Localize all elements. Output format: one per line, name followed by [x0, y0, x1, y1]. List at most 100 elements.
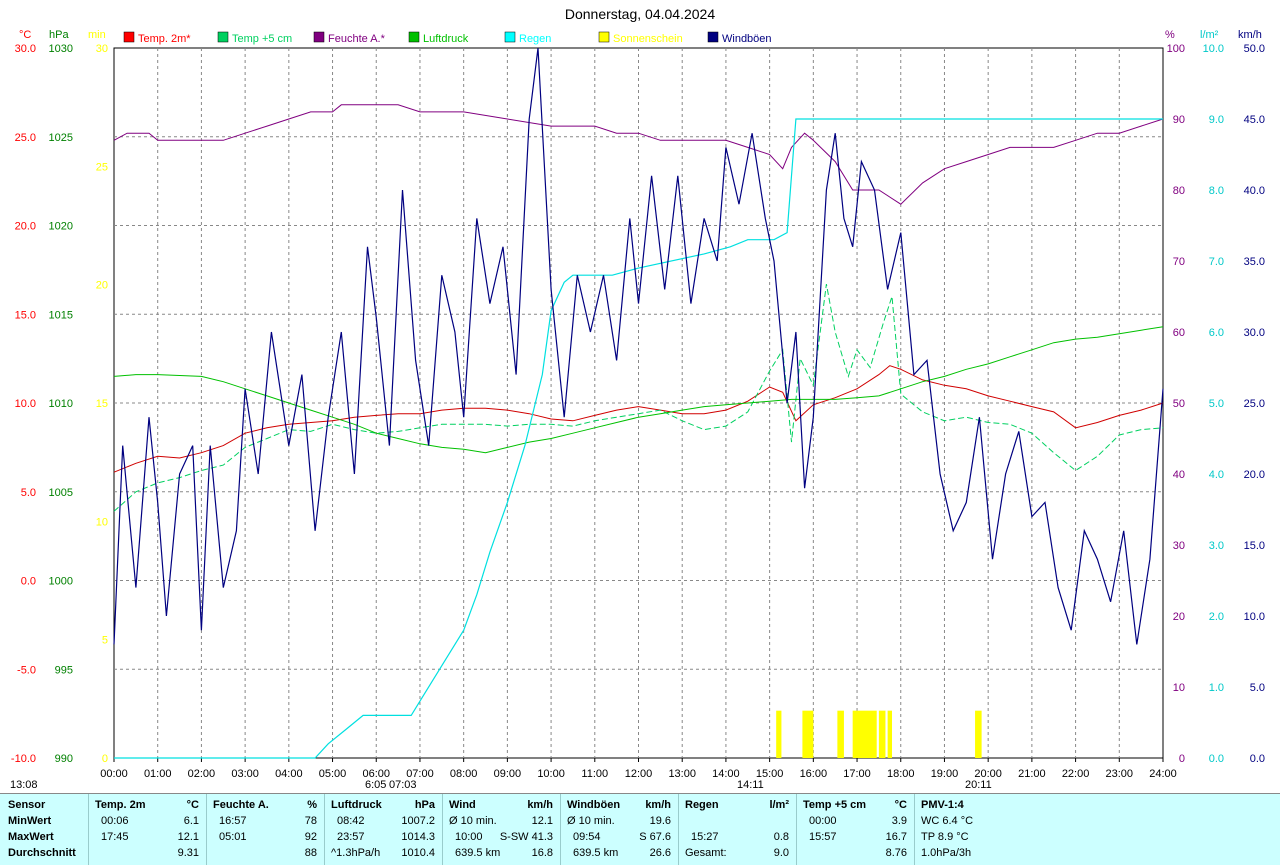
noon-label: 14:11 [737, 779, 764, 791]
windboeen-avg: 19.6 [649, 815, 671, 827]
x-tick-label: 01:00 [144, 768, 172, 780]
rain-tick-label: 4.0 [1209, 469, 1224, 481]
feuchte-min-time: 16:57 [219, 815, 247, 827]
regen-title: Regen [685, 799, 719, 811]
pressure-tick-label: 1020 [49, 221, 73, 233]
x-tick-label: 22:00 [1062, 768, 1090, 780]
x-tick-label: 11:00 [581, 768, 608, 780]
windboeen-distance: 639.5 km [573, 847, 619, 859]
temp2m-title: Temp. 2m [95, 799, 146, 811]
sun-tick-label: 30 [96, 43, 108, 55]
feuchte-max: 92 [304, 831, 317, 843]
sun-tick-label: 5 [102, 635, 108, 647]
wind-tick-label: 0.0 [1250, 753, 1265, 765]
x-tick-label: 19:00 [931, 768, 959, 780]
pressure-tick-label: 1015 [49, 309, 73, 321]
temp-tick-label: -10.0 [11, 753, 36, 765]
temp-tick-label: -5.0 [17, 664, 36, 676]
temp-tick-label: 10.0 [15, 398, 36, 410]
sunshine-bar [776, 710, 782, 758]
wind-distance: 639.5 km [455, 847, 501, 859]
windboeen-title: Windböen [567, 799, 621, 811]
stats-pmv: PMV-1:4 WC 6.4 °C TP 8.9 °C 1.0hPa/3h [914, 794, 1035, 865]
wind-tick-label: 45.0 [1244, 114, 1265, 126]
stats-panel: Sensor MinWert MaxWert Durchschnitt Temp… [0, 793, 1280, 865]
x-tick-label: 23:00 [1106, 768, 1134, 780]
windboeen-max-time: 09:54 [573, 831, 601, 843]
label-maxwert: MaxWert [8, 831, 54, 843]
legend-swatch [217, 31, 229, 43]
x-tick-label: 21:00 [1018, 768, 1046, 780]
legend-label: Temp +5 cm [232, 33, 292, 45]
sunshine-bar [852, 710, 877, 758]
pressure-unit-label: hPa [49, 29, 69, 41]
rain-tick-label: 2.0 [1209, 611, 1224, 623]
stats-windboeen: Windböen km/h Ø 10 min. 19.6 09:54 S 67.6 6… [560, 794, 679, 865]
legend-swatch [598, 31, 610, 43]
sunshine-bar [878, 710, 886, 758]
luftdruck-title: Luftdruck [331, 799, 382, 811]
rain-tick-label: 8.0 [1209, 185, 1224, 197]
wind-day-avg: 16.8 [531, 847, 553, 859]
legend-label: Regen [519, 33, 551, 45]
pressure-tick-label: 1030 [49, 43, 73, 55]
temp5cm-min: 3.9 [891, 815, 907, 827]
sun-left-time: 13:08 [10, 779, 38, 791]
luftdruck-min-time: 08:42 [337, 815, 365, 827]
sunshine-bar [802, 710, 814, 758]
feuchte-avg: 88 [304, 847, 317, 859]
windboeen-avg-label: Ø 10 min. [567, 815, 615, 827]
sunset-label: 20:11 [965, 779, 992, 791]
feuchte-min: 78 [304, 815, 317, 827]
temp-tick-label: 30.0 [15, 43, 36, 55]
legend-swatch [123, 31, 135, 43]
x-tick-label: 05:00 [319, 768, 347, 780]
regen-unit: l/m² [769, 799, 789, 811]
wind-tick-label: 15.0 [1244, 540, 1265, 552]
temp-tick-label: 20.0 [15, 221, 36, 233]
wind-tick-label: 40.0 [1244, 185, 1265, 197]
sun-tick-label: 25 [96, 161, 108, 173]
x-tick-label: 13:00 [668, 768, 696, 780]
stats-luftdruck: Luftdruck hPa 08:42 1007.2 23:57 1014.3 ^1.… [324, 794, 443, 865]
temp2m-max: 12.1 [177, 831, 199, 843]
pmv-tp: TP 8.9 °C [921, 831, 969, 843]
legend-label: Feuchte A.* [328, 33, 386, 45]
x-tick-label: 24:00 [1149, 768, 1177, 780]
temp-tick-label: 0.0 [21, 576, 36, 588]
x-tick-label: 14:00 [712, 768, 740, 780]
temp5cm-min-time: 00:00 [809, 815, 837, 827]
luftdruck-trend: ^1.3hPa/h [331, 847, 381, 859]
regen-total-label: Gesamt: [685, 847, 727, 859]
wind-tick-label: 35.0 [1244, 256, 1265, 268]
temp2m-min-time: 00:06 [101, 815, 129, 827]
legend-swatch [313, 31, 325, 43]
stats-feuchte: Feuchte A.% 16:57 78 05:01 92 88 [206, 794, 325, 865]
humidity-tick-label: 0 [1179, 753, 1185, 765]
rain-tick-label: 1.0 [1209, 682, 1224, 694]
regen-max: 0.8 [773, 831, 789, 843]
temp-tick-label: 15.0 [15, 309, 36, 321]
sunrise-label: 07:03 [389, 779, 417, 791]
luftdruck-avg: 1010.4 [401, 847, 435, 859]
feuchte-unit: % [307, 799, 317, 811]
windboeen-day-avg: 26.6 [649, 847, 671, 859]
legend-label: Temp. 2m* [138, 33, 191, 45]
wind-tick-label: 20.0 [1244, 469, 1265, 481]
humidity-tick-label: 20 [1173, 611, 1185, 623]
wind-tick-label: 25.0 [1244, 398, 1265, 410]
rain-tick-label: 0.0 [1209, 753, 1224, 765]
temp-tick-label: 5.0 [21, 487, 36, 499]
label-minwert: MinWert [8, 815, 52, 827]
humidity-tick-label: 40 [1173, 469, 1185, 481]
wind-unit-label: km/h [1238, 29, 1262, 41]
humidity-unit-label: % [1165, 29, 1175, 41]
legend-label: Sonnenschein [613, 33, 683, 45]
rain-tick-label: 5.0 [1209, 398, 1224, 410]
sun-tick-label: 20 [96, 280, 108, 292]
x-tick-label: 10:00 [537, 768, 565, 780]
pressure-tick-label: 1005 [49, 487, 73, 499]
x-tick-label: 17:00 [843, 768, 871, 780]
rain-tick-label: 6.0 [1209, 327, 1224, 339]
humidity-tick-label: 90 [1173, 114, 1185, 126]
